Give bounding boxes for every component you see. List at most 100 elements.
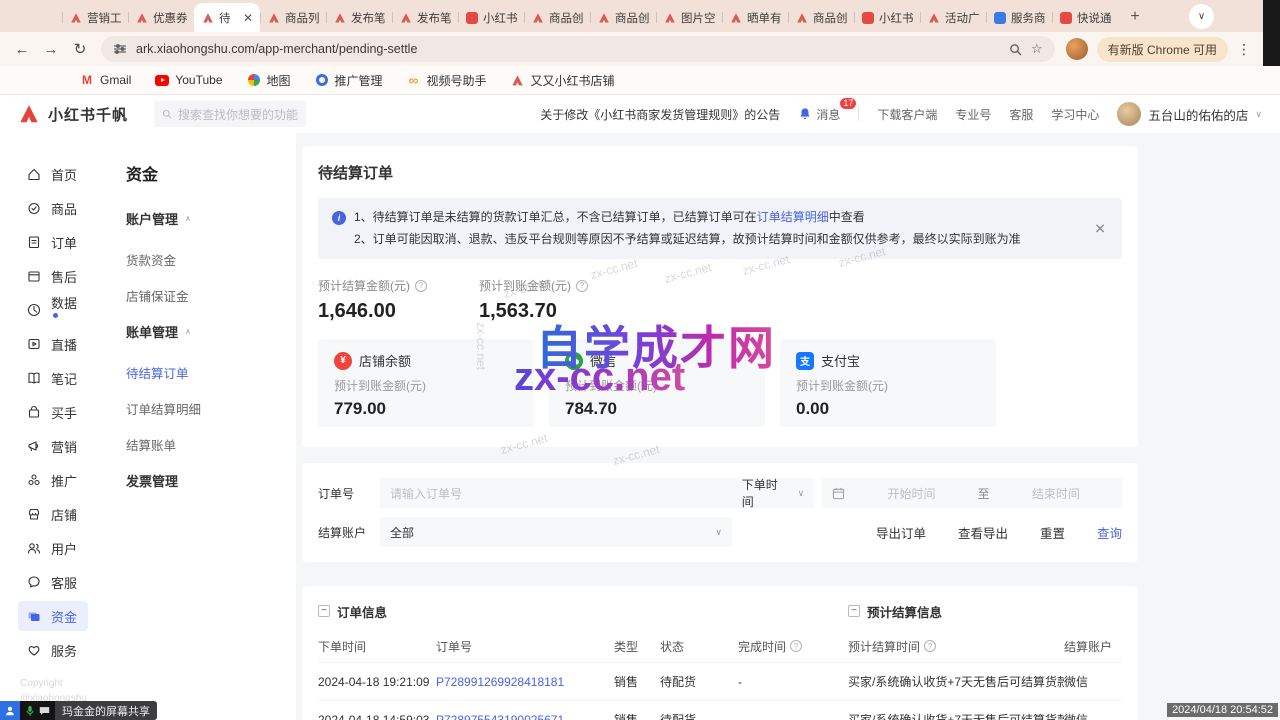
bookmark-item[interactable]: 地图 — [247, 72, 291, 89]
sidebar-item-aftersale[interactable]: 售后 — [18, 261, 88, 291]
sidebar-item-services[interactable]: 服务 — [18, 635, 88, 665]
bookmark-item[interactable]: YouTube — [155, 73, 222, 87]
browser-tab[interactable]: 商品创 — [788, 3, 854, 32]
sidebar-item-live[interactable]: 直播 — [18, 329, 88, 359]
sidebar-item-funds[interactable]: 资金 — [18, 601, 88, 631]
sidebar-item-promotion[interactable]: 推广 — [18, 465, 88, 495]
account-select[interactable]: 全部 ∨ — [380, 517, 732, 547]
submenu-group-账户管理[interactable]: 账户管理∧ — [126, 209, 296, 228]
header-link[interactable]: 学习中心 — [1051, 106, 1099, 123]
close-icon[interactable]: ✕ — [1094, 216, 1106, 241]
marketing-icon — [26, 438, 42, 454]
bookmark-item[interactable]: MGmail — [80, 73, 131, 87]
bookmark-star-icon[interactable]: ☆ — [1031, 41, 1043, 57]
tab-title: 待 — [219, 10, 238, 26]
sidebar-item-marketing[interactable]: 营销 — [18, 431, 88, 461]
submenu-item[interactable]: 订单结算明细 — [126, 399, 296, 418]
submenu-item[interactable]: 店铺保证金 — [126, 286, 296, 305]
browser-tab[interactable]: 晒单有 — [722, 3, 788, 32]
qianfan-favicon — [531, 11, 544, 24]
sidebar-item-shop[interactable]: 店铺 — [18, 499, 88, 529]
bookmark-item[interactable]: 又又小红书店铺 — [511, 72, 615, 89]
qianfan-favicon — [795, 11, 808, 24]
header-link[interactable]: 下载客户端 — [877, 106, 937, 123]
browser-profile-avatar[interactable] — [1066, 38, 1088, 60]
submenu-item[interactable]: 货款资金 — [126, 250, 296, 269]
browser-tab[interactable]: 活动广 — [920, 3, 986, 32]
help-icon[interactable]: ? — [924, 640, 936, 652]
screen-share-toolbar[interactable]: 玛金金的屏幕共享 — [0, 701, 157, 720]
browser-tab[interactable]: 商品创 — [590, 3, 656, 32]
browser-tab[interactable]: 商品创 — [524, 3, 590, 32]
action-button[interactable]: 查看导出 — [958, 523, 1008, 542]
browser-tab[interactable]: 小红书 — [854, 3, 920, 32]
header-link[interactable]: 客服 — [1009, 106, 1033, 123]
sidebar-item-label: 订单 — [51, 233, 77, 252]
messages-button[interactable]: 消息 17 — [798, 106, 840, 123]
browser-tab[interactable]: 发布笔 — [326, 3, 392, 32]
bookmark-item[interactable]: 推广管理 — [315, 72, 383, 89]
bookmark-item[interactable]: ∞视频号助手 — [407, 72, 487, 89]
function-search-input[interactable]: 搜索查找你想要的功能 — [154, 101, 306, 127]
browser-tab[interactable]: 待✕ — [194, 3, 260, 32]
chevron-down-icon: ∨ — [798, 488, 805, 499]
wechat-icon — [565, 352, 583, 370]
address-bar[interactable]: ark.xiaohongshu.com/app-merchant/pending… — [101, 36, 1055, 62]
query-button[interactable]: 查询 — [1097, 523, 1122, 542]
browser-tab[interactable]: 发布笔 — [392, 3, 458, 32]
back-button[interactable]: ← — [12, 41, 32, 58]
sidebar-item-customer-service[interactable]: 客服 — [18, 567, 88, 597]
divider — [858, 107, 859, 121]
collapse-icon[interactable]: − — [848, 605, 860, 617]
column-header: 结算账户 — [1064, 638, 1122, 655]
forward-button[interactable]: → — [41, 41, 61, 58]
announcement-link[interactable]: 关于修改《小红书商家发货管理规则》的公告 — [540, 106, 780, 123]
sidebar-item-data[interactable]: 数据 — [18, 295, 88, 325]
help-icon[interactable]: ? — [790, 640, 802, 652]
action-button[interactable]: 重置 — [1040, 523, 1065, 542]
settle-detail-link[interactable]: 订单结算明细 — [757, 210, 829, 224]
sidebar-item-label: 数据 — [51, 293, 80, 327]
shop-switcher[interactable]: 五台山的佑佑的店 ∨ — [1117, 102, 1262, 126]
site-info-icon[interactable] — [113, 42, 127, 56]
account-value: 0.00 — [796, 399, 980, 419]
sidebar-item-home[interactable]: 首页 — [18, 159, 88, 189]
tab-close-icon[interactable]: ✕ — [243, 11, 253, 25]
date-range-picker[interactable]: 开始时间 至 结束时间 — [822, 478, 1122, 508]
submenu-group-账单管理[interactable]: 账单管理∧ — [126, 322, 296, 341]
browser-tab[interactable]: 商品列 — [260, 3, 326, 32]
stat-label: 预计结算金额(元) — [318, 277, 410, 294]
sidebar-item-orders[interactable]: 订单 — [18, 227, 88, 257]
order-number-link[interactable]: P728975543190025671 — [436, 713, 614, 720]
sidebar-item-buyer[interactable]: 买手 — [18, 397, 88, 427]
help-icon[interactable]: ? — [415, 280, 427, 292]
order-no-input[interactable]: 请输入订单号 — [380, 478, 732, 508]
sidebar-item-label: 营销 — [51, 437, 77, 456]
help-icon[interactable]: ? — [576, 280, 588, 292]
time-type-select[interactable]: 下单时间 ∨ — [732, 478, 815, 508]
browser-menu-icon[interactable]: ⋮ — [1237, 41, 1251, 58]
chrome-update-chip[interactable]: 有新版 Chrome 可用 — [1097, 37, 1228, 62]
sidebar-item-notes[interactable]: 笔记 — [18, 363, 88, 393]
sidebar-item-users[interactable]: 用户 — [18, 533, 88, 563]
header-link[interactable]: 专业号 — [955, 106, 991, 123]
browser-tab[interactable]: 优惠券 — [128, 3, 194, 32]
submenu-item[interactable]: 待结算订单 — [126, 363, 296, 382]
tab-search-chevron-icon[interactable]: ∨ — [1189, 4, 1214, 29]
browser-tab[interactable]: 快说通 — [1052, 3, 1118, 32]
action-button[interactable]: 导出订单 — [876, 523, 926, 542]
search-icon[interactable] — [1009, 43, 1022, 56]
sidebar-item-goods[interactable]: 商品 — [18, 193, 88, 223]
app-header: 小红书千帆 搜索查找你想要的功能 关于修改《小红书商家发货管理规则》的公告 消息… — [0, 95, 1280, 133]
submenu-item[interactable]: 结算账单 — [126, 435, 296, 454]
browser-tab[interactable]: 服务商 — [986, 3, 1052, 32]
browser-tab[interactable]: 小红书 — [458, 3, 524, 32]
reload-button[interactable]: ↻ — [70, 40, 90, 58]
submenu-group-发票管理[interactable]: 发票管理 — [126, 471, 296, 490]
new-tab-button[interactable]: + — [1122, 4, 1148, 30]
browser-tab[interactable]: 营销工 — [62, 3, 128, 32]
collapse-icon[interactable]: − — [318, 605, 330, 617]
browser-tab[interactable]: 图片空 — [656, 3, 722, 32]
app-logo[interactable]: 小红书千帆 — [18, 103, 128, 125]
order-number-link[interactable]: P728991269928418181 — [436, 675, 614, 689]
